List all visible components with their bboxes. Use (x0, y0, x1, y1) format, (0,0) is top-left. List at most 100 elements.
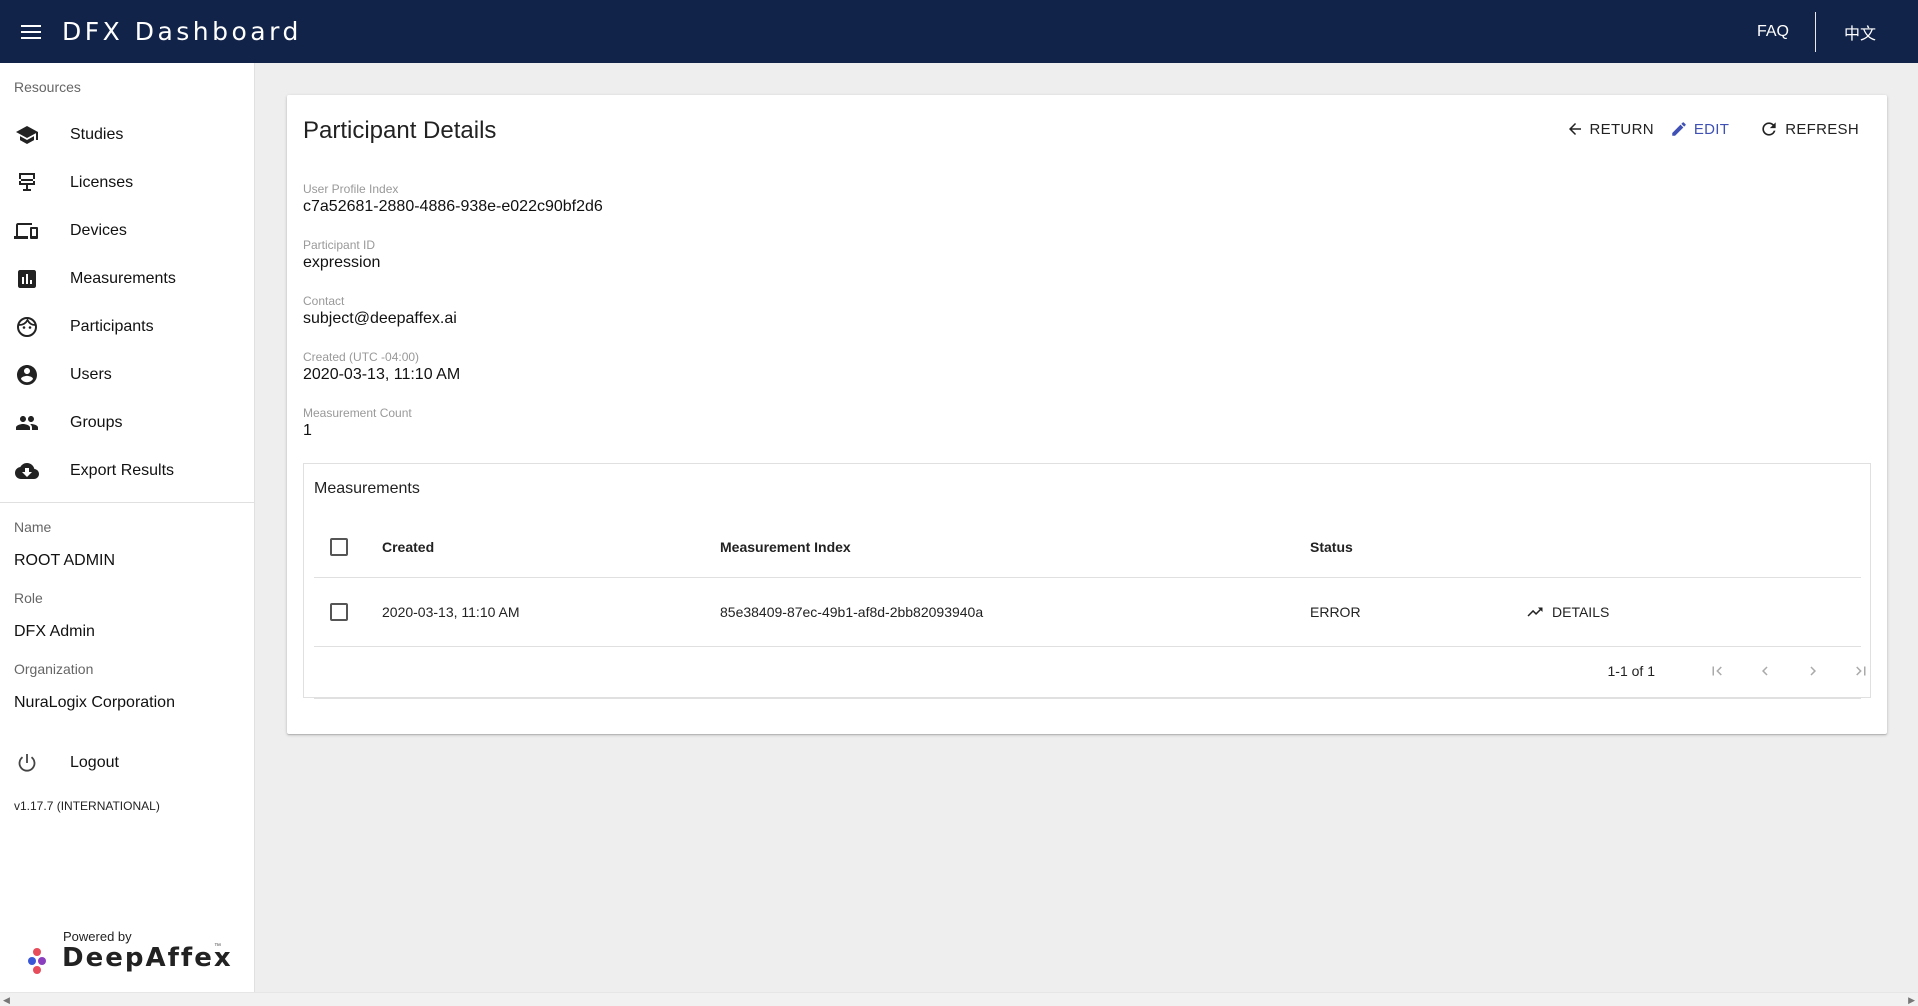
sidebar: Resources Studies Licenses Devices Measu… (0, 63, 255, 992)
app-bar: DFX Dashboard FAQ 中文 (0, 0, 1918, 63)
first-page-icon (1712, 666, 1722, 676)
return-label: RETURN (1589, 120, 1654, 138)
page-title: Participant Details (303, 117, 497, 144)
pagination-text: 1-1 of 1 (1607, 663, 1655, 679)
horizontal-scrollbar[interactable]: ◀ ▶ (0, 992, 1918, 1006)
account-icon (14, 362, 40, 388)
organization-value: NuraLogix Corporation (14, 694, 175, 711)
sidebar-item-licenses[interactable]: Licenses (0, 159, 254, 207)
version-text: v1.17.7 (INTERNATIONAL) (14, 799, 160, 813)
faq-link[interactable]: FAQ (1731, 0, 1815, 63)
next-page-button[interactable] (1801, 659, 1825, 683)
previous-page-button[interactable] (1753, 659, 1777, 683)
refresh-label: REFRESH (1785, 120, 1859, 138)
contact-label: Contact (303, 294, 345, 308)
details-label: DETAILS (1552, 604, 1610, 620)
deepaffex-logo: Powered by DeepAffex ™ (28, 929, 231, 979)
pagination: 1-1 of 1 (314, 647, 1866, 699)
return-button[interactable]: RETURN (1558, 111, 1662, 147)
language-toggle[interactable]: 中文 (1816, 0, 1918, 63)
power-icon (14, 750, 40, 776)
table-header-row: Created Measurement Index Status (314, 516, 1861, 578)
chevron-right-icon (1810, 666, 1816, 676)
sidebar-item-label: Export Results (70, 462, 175, 479)
pencil-icon (1672, 122, 1686, 136)
menu-button[interactable] (0, 0, 62, 63)
group-icon (14, 410, 40, 436)
measurements-table: Created Measurement Index Status 2020-03… (314, 516, 1861, 647)
cell-created: 2020-03-13, 11:10 AM (382, 604, 520, 620)
arrow-back-icon (1568, 123, 1581, 135)
created-label: Created (UTC -04:00) (303, 350, 420, 364)
sidebar-item-groups[interactable]: Groups (0, 399, 254, 447)
measurement-count-value: 1 (303, 422, 312, 439)
role-value: DFX Admin (14, 623, 95, 640)
appbar-actions: FAQ 中文 (1731, 0, 1918, 63)
scroll-right-icon[interactable]: ▶ (1908, 995, 1915, 1006)
face-icon (14, 314, 40, 340)
first-page-button[interactable] (1705, 659, 1729, 683)
column-header-status[interactable]: Status (1310, 516, 1353, 577)
refresh-icon (1762, 122, 1776, 136)
sidebar-item-label: Measurements (70, 270, 176, 287)
cell-status: ERROR (1310, 604, 1361, 620)
deepaffex-logo-icon (28, 948, 46, 974)
sidebar-divider (0, 502, 254, 503)
table-row[interactable]: 2020-03-13, 11:10 AM 85e38409-87ec-49b1-… (314, 578, 1861, 647)
measurements-title: Measurements (314, 480, 420, 497)
sidebar-item-studies[interactable]: Studies (0, 111, 254, 159)
details-button[interactable]: DETAILS (1524, 603, 1609, 621)
sidebar-item-label: Users (70, 366, 112, 383)
name-value: ROOT ADMIN (14, 552, 116, 569)
sidebar-item-export-results[interactable]: Export Results (0, 447, 254, 495)
sidebar-item-label: Licenses (70, 174, 134, 191)
sidebar-item-users[interactable]: Users (0, 351, 254, 399)
profile-index-value: c7a52681-2880-4886-938e-e022c90bf2d6 (303, 198, 603, 215)
organization-label: Organization (14, 661, 94, 677)
profile-index-label: User Profile Index (303, 182, 399, 196)
measurements-panel: Measurements Created Measurement Index S… (303, 463, 1871, 699)
role-label: Role (14, 590, 43, 606)
sidebar-item-label: Participants (70, 318, 154, 335)
row-checkbox[interactable] (330, 603, 348, 621)
cell-measurement-index: 85e38409-87ec-49b1-af8d-2bb82093940a (720, 604, 984, 620)
brand-name: DeepAffex (62, 943, 233, 973)
chevron-left-icon (1762, 666, 1768, 676)
select-all-checkbox[interactable] (330, 537, 348, 556)
trademark-symbol: ™ (214, 943, 221, 950)
sidebar-item-devices[interactable]: Devices (0, 207, 254, 255)
devices-icon (14, 218, 40, 244)
sidebar-item-label: Studies (70, 126, 124, 143)
card-toolbar: RETURN EDIT REFRESH (1558, 111, 1867, 147)
app-title: DFX Dashboard (62, 17, 302, 46)
last-page-icon (1856, 666, 1866, 676)
logout-button[interactable]: Logout (0, 739, 254, 787)
chart-icon (14, 266, 40, 292)
school-icon (14, 122, 40, 148)
participant-id-label: Participant ID (303, 238, 376, 252)
sidebar-item-participants[interactable]: Participants (0, 303, 254, 351)
powered-by-text: Powered by (63, 929, 132, 944)
license-icon (14, 170, 40, 196)
participant-id-value: expression (303, 254, 381, 271)
sidebar-nav: Studies Licenses Devices Measurements Pa… (0, 111, 254, 495)
sidebar-item-measurements[interactable]: Measurements (0, 255, 254, 303)
edit-button[interactable]: EDIT (1662, 111, 1737, 147)
column-header-measurement-index[interactable]: Measurement Index (720, 516, 851, 577)
sidebar-item-label: Devices (70, 222, 127, 239)
created-value: 2020-03-13, 11:10 AM (303, 366, 461, 383)
measurement-count-label: Measurement Count (303, 406, 412, 420)
scroll-left-icon[interactable]: ◀ (3, 995, 10, 1006)
column-header-created[interactable]: Created (382, 516, 434, 577)
name-label: Name (14, 519, 52, 535)
menu-icon (21, 24, 41, 39)
refresh-button[interactable]: REFRESH (1751, 111, 1867, 147)
cloud-download-icon (14, 458, 40, 484)
sidebar-item-label: Groups (70, 414, 123, 431)
contact-value: subject@deepaffex.ai (303, 310, 457, 327)
logout-label: Logout (70, 754, 119, 771)
last-page-button[interactable] (1849, 659, 1873, 683)
trending-up-icon (1527, 607, 1543, 617)
participant-details-card: Participant Details RETURN EDIT REFRESH … (287, 95, 1887, 734)
resources-header: Resources (14, 79, 81, 95)
